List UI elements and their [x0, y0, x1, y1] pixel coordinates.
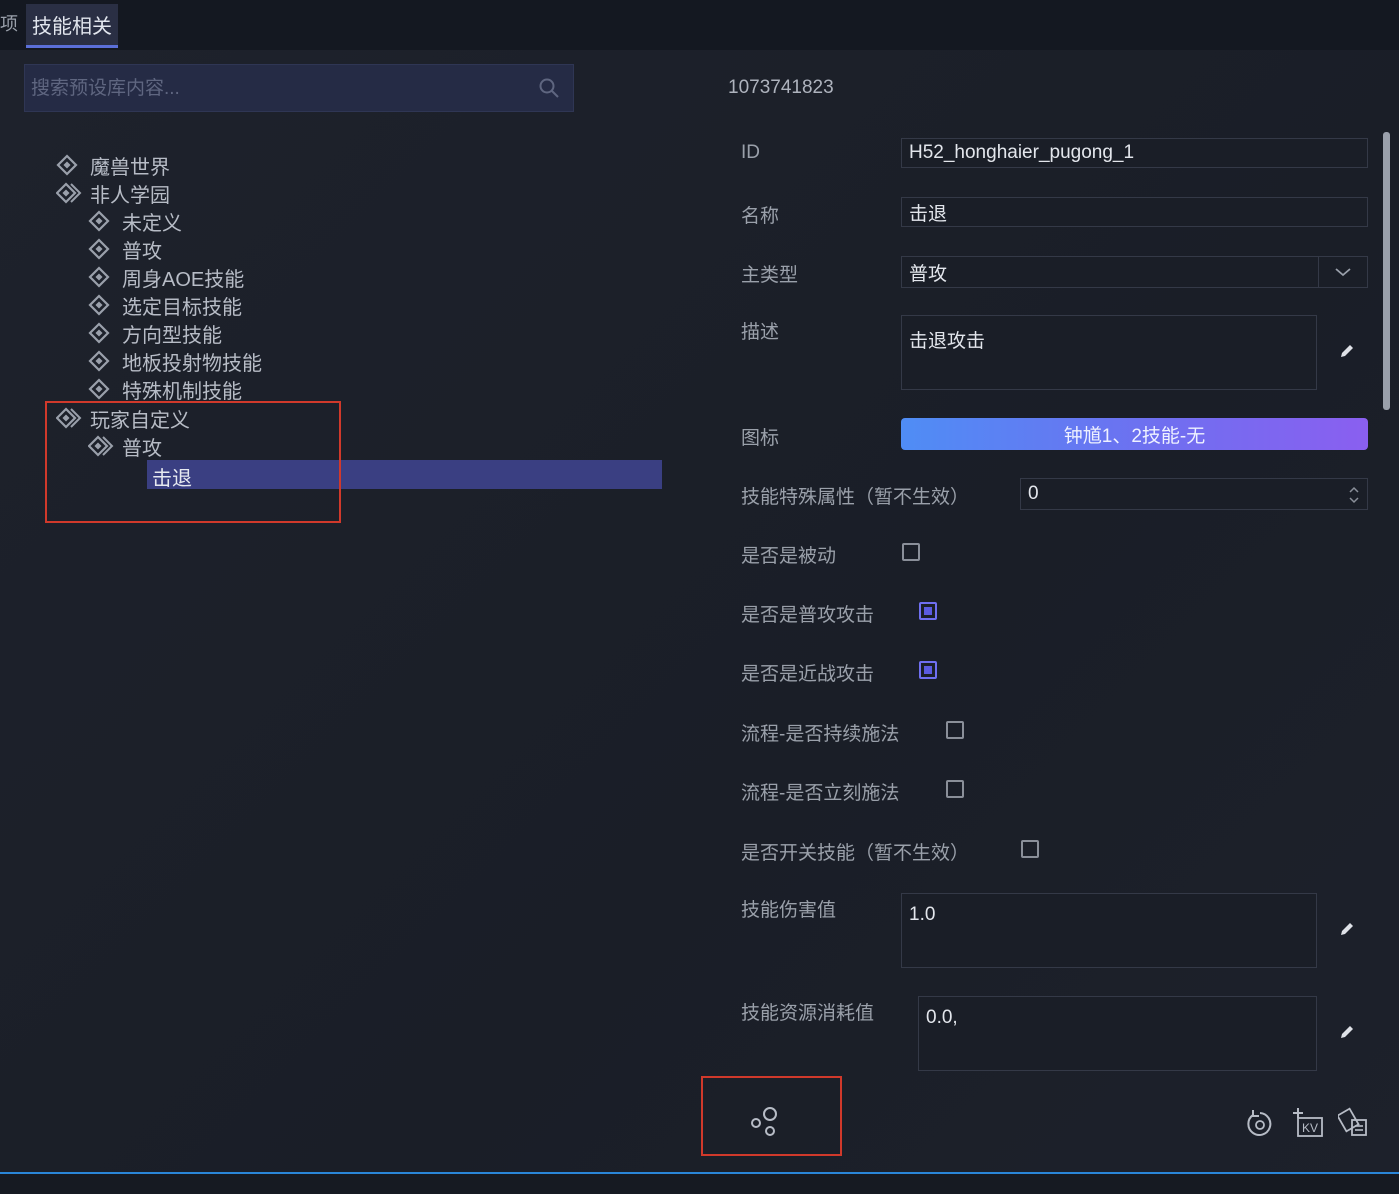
resource-cost-field[interactable]: 0.0,	[918, 996, 1317, 1071]
special-attr-spinbox[interactable]: 0	[1020, 478, 1368, 510]
tab-skills[interactable]: 技能相关	[26, 4, 118, 48]
tree-node-label: 选定目标技能	[122, 296, 242, 319]
search-icon[interactable]	[537, 76, 561, 100]
diamond-icon	[88, 378, 110, 400]
diamond-icon	[88, 238, 110, 260]
tree-node-label: 击退	[152, 468, 192, 490]
label-damage: 技能伤害值	[741, 900, 837, 921]
diamond-icon	[88, 322, 110, 344]
diamond-icon	[88, 350, 110, 372]
label-toggle-skill: 是否开关技能（暂不生效）	[741, 843, 970, 864]
label-normal-attack: 是否是普攻攻击	[741, 605, 875, 626]
tree-node-academy[interactable]: 非人学园	[56, 180, 170, 207]
instant-cast-checkbox[interactable]	[946, 780, 964, 798]
diamond-icon	[88, 266, 110, 288]
app-window: 项 技能相关 魔兽世界 非人学园 未定义 普攻 周身AOE技能 选定目标技能 方…	[0, 0, 1399, 1194]
tree-node-direction[interactable]: 方向型技能	[88, 320, 222, 347]
edit-pencil-icon[interactable]	[1338, 1023, 1356, 1041]
passive-checkbox[interactable]	[902, 543, 920, 561]
edit-pencil-icon[interactable]	[1338, 920, 1356, 938]
diamond-group-icon	[56, 407, 82, 429]
label-main-type: 主类型	[741, 265, 799, 286]
bottom-strip	[0, 1174, 1399, 1194]
tree-node-label: 未定义	[122, 212, 182, 235]
special-attr-value: 0	[1028, 483, 1039, 504]
label-name: 名称	[741, 206, 780, 227]
tree-node-label: 玩家自定义	[90, 409, 190, 432]
tree-node-target[interactable]: 选定目标技能	[88, 292, 242, 319]
continuous-cast-checkbox[interactable]	[946, 721, 964, 739]
label-icon: 图标	[741, 428, 780, 449]
main-type-value: 普攻	[909, 263, 948, 285]
tree-node-aoe[interactable]: 周身AOE技能	[88, 264, 245, 291]
label-continuous-cast: 流程-是否持续施法	[741, 724, 900, 745]
icon-picker-button[interactable]: 钟馗1、2技能-无	[901, 418, 1368, 450]
detail-title: 1073741823	[728, 77, 834, 98]
paste-icon[interactable]	[1338, 1106, 1370, 1138]
tree-node-label: 地板投射物技能	[122, 352, 262, 375]
label-resource-cost: 技能资源消耗值	[741, 1003, 875, 1024]
tree-node-label: 方向型技能	[122, 324, 222, 347]
tree-node-label: 特殊机制技能	[122, 380, 242, 403]
label-instant-cast: 流程-是否立刻施法	[741, 783, 900, 804]
tab-previous[interactable]: 项	[0, 10, 18, 36]
diamond-icon	[88, 294, 110, 316]
tree-node-label: 魔兽世界	[90, 156, 170, 179]
spin-arrows-icon[interactable]	[1347, 483, 1361, 507]
label-melee: 是否是近战攻击	[741, 664, 875, 685]
edit-pencil-icon[interactable]	[1338, 342, 1356, 360]
search-input[interactable]	[25, 65, 533, 113]
label-special-attr: 技能特殊属性（暂不生效）	[741, 487, 970, 508]
tree-node-projectile[interactable]: 地板投射物技能	[88, 348, 262, 375]
label-id: ID	[741, 142, 760, 163]
tree-node-label: 非人学园	[90, 184, 170, 207]
diamond-group-icon	[56, 182, 82, 204]
tree-node-custom[interactable]: 玩家自定义	[56, 405, 190, 432]
tree-node-label: 普攻	[122, 437, 162, 460]
diamond-icon	[88, 210, 110, 232]
tree-node-normal-attack[interactable]: 普攻	[88, 236, 162, 263]
tree-node-undefined[interactable]: 未定义	[88, 208, 182, 235]
label-description: 描述	[741, 322, 780, 343]
diamond-icon	[56, 154, 78, 176]
tree-node-knockback-selected[interactable]: 击退	[147, 460, 662, 490]
diamond-group-icon	[88, 435, 114, 457]
main-type-select[interactable]: 普攻	[901, 256, 1368, 288]
tree-node-custom-normal[interactable]: 普攻	[88, 433, 162, 460]
tree-node-warcraft[interactable]: 魔兽世界	[56, 152, 170, 179]
dropdown-toggle[interactable]	[1318, 257, 1367, 287]
node-graph-icon[interactable]	[748, 1105, 780, 1137]
normal-attack-checkbox[interactable]	[919, 602, 937, 620]
damage-field[interactable]: 1.0	[901, 893, 1317, 968]
melee-checkbox[interactable]	[919, 661, 937, 679]
label-passive: 是否是被动	[741, 546, 837, 567]
toggle-skill-checkbox[interactable]	[1021, 840, 1039, 858]
tree-node-label: 普攻	[122, 240, 162, 263]
description-field[interactable]: 击退攻击	[901, 315, 1317, 390]
name-field[interactable]: 击退	[901, 197, 1368, 227]
tab-bar: 项 技能相关	[0, 0, 1399, 50]
chevron-down-icon	[1335, 268, 1351, 277]
search-box	[24, 64, 574, 113]
add-kv-icon[interactable]: KV	[1292, 1106, 1324, 1138]
id-field[interactable]: H52_honghaier_pugong_1	[901, 138, 1368, 168]
svg-text:KV: KV	[1302, 1121, 1318, 1135]
tree-node-label: 周身AOE技能	[122, 268, 245, 291]
scrollbar-thumb[interactable]	[1383, 132, 1390, 410]
reset-icon[interactable]	[1244, 1108, 1276, 1140]
tree-node-special[interactable]: 特殊机制技能	[88, 376, 242, 403]
